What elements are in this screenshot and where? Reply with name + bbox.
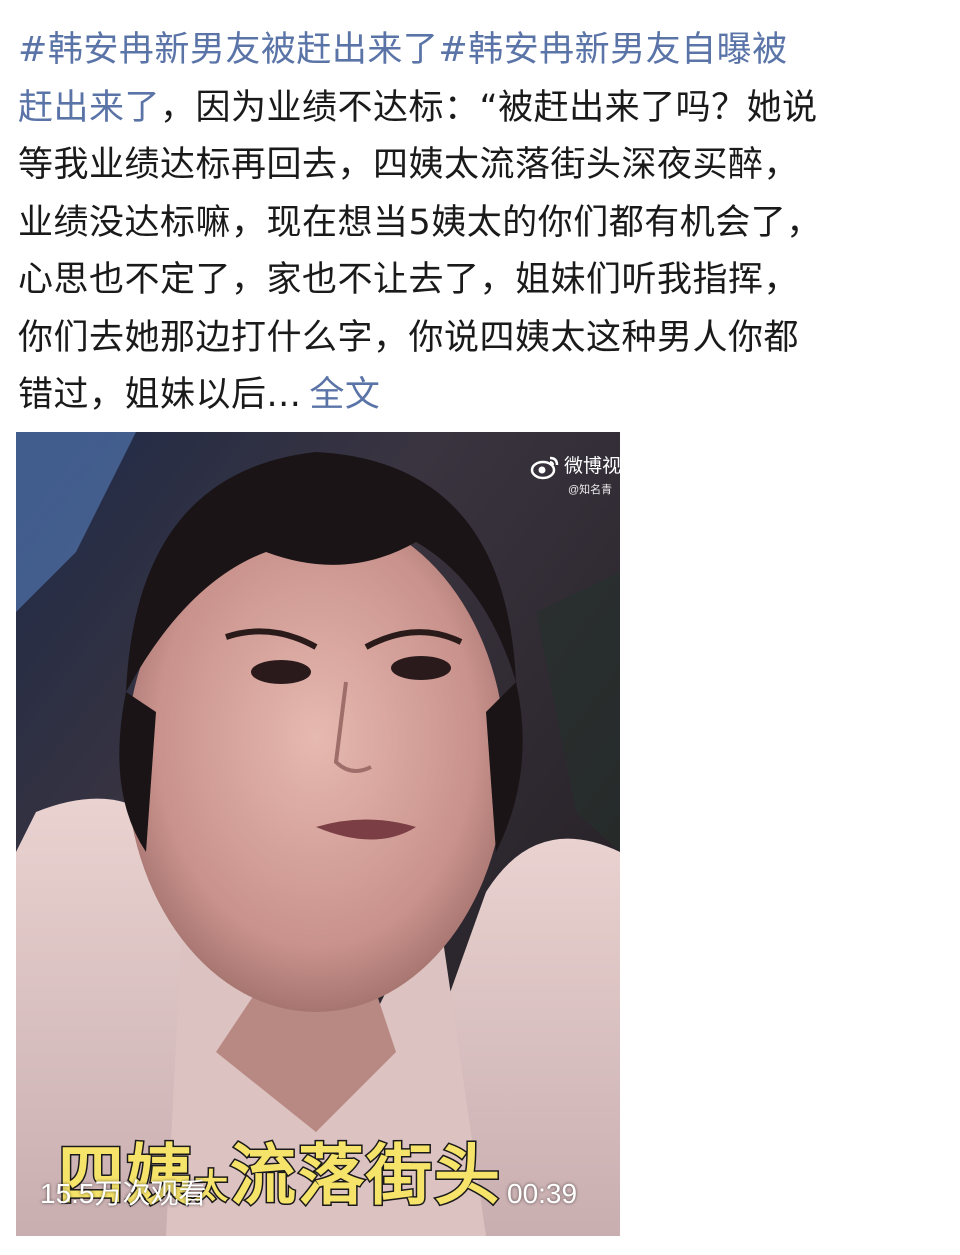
caption-text: 流落街头 bbox=[229, 1136, 502, 1216]
post-text-line: 错过，姐妹以后... bbox=[18, 375, 302, 415]
watermark-brand: 微博视 bbox=[564, 456, 620, 477]
weibo-logo-icon bbox=[530, 456, 559, 480]
hashtag-link[interactable]: #韩安冉新男友被赶出来了 bbox=[18, 30, 438, 70]
full-text-link[interactable]: 全文 bbox=[309, 375, 380, 415]
post-text-line: 等我业绩达标再回去，四姨太流落街头深夜买醉， bbox=[18, 145, 800, 185]
post-text-line: 心思也不定了，家也不让去了，姐妹们听我指挥， bbox=[18, 260, 800, 300]
view-count: 15.5万次观看 bbox=[40, 1178, 207, 1209]
post-text-line: ，因为业绩不达标：“被赶出来了吗？她说 bbox=[160, 87, 818, 128]
post-text-line: 你们去她那边打什么字，你说四姨太这种男人你都 bbox=[18, 317, 800, 358]
post-body-text: #韩安冉新男友被赶出来了#韩安冉新男友自曝被 赶出来了，因为业绩不达标：“被赶出… bbox=[18, 22, 938, 425]
video-thumbnail[interactable] bbox=[16, 432, 620, 1236]
watermark-handle: @知名青 bbox=[568, 484, 613, 496]
video-watermark: 微博视 @知名青 bbox=[512, 452, 620, 502]
post-text-line: 业绩没达标嘛，现在想当5姨太的你们都有机会了， bbox=[18, 202, 822, 243]
hashtag-link-continued[interactable]: 赶出来了 bbox=[18, 88, 160, 128]
video-duration: 00:39 bbox=[507, 1178, 578, 1209]
video-frame-image bbox=[16, 432, 620, 1236]
hashtag-link[interactable]: #韩安冉新男友自曝被 bbox=[438, 30, 787, 70]
